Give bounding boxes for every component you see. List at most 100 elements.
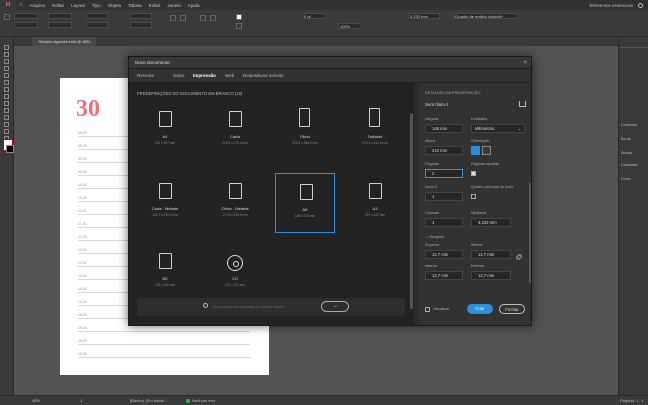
stroke-swatch-icon[interactable] xyxy=(6,145,14,153)
preset-a5[interactable]: A5 148 x 210 mm xyxy=(275,173,335,233)
preset-carta-metade[interactable]: Carta - Metade 139,7 x 215,9 mm xyxy=(135,173,195,233)
spinner-icon[interactable]: ⌃⌄ xyxy=(473,219,478,223)
width-field[interactable]: ⌃⌄ 148 mm xyxy=(425,124,463,133)
spinner-icon[interactable]: ⌃⌄ xyxy=(427,251,432,255)
preset-cd[interactable]: CD 120 x 120 mm xyxy=(205,243,265,303)
preset-a4[interactable]: A4 210 x 297 mm xyxy=(135,101,195,161)
create-button[interactable]: Criar xyxy=(467,304,493,314)
spinner-icon[interactable]: ⌃⌄ xyxy=(427,219,432,223)
spinner-icon[interactable]: ⌃⌄ xyxy=(473,251,478,255)
pen-tool-icon[interactable] xyxy=(4,87,9,92)
rotate-field[interactable] xyxy=(130,13,152,19)
spinner-icon[interactable]: ⌃⌄ xyxy=(427,193,432,197)
preset-tabloide[interactable]: Tabloide 279,4 x 431,8 mm xyxy=(345,101,405,161)
inside-margin-field[interactable]: ⌃⌄ 12,7 mm xyxy=(425,271,463,280)
width-field[interactable] xyxy=(48,13,72,19)
pencil-tool-icon[interactable] xyxy=(4,94,9,99)
panel-contrastar[interactable]: Contrastar xyxy=(621,163,638,167)
units-dropdown[interactable]: Milímetros ⌄ xyxy=(471,124,525,133)
margins-label[interactable]: ⌄ Margens xyxy=(425,234,444,239)
outside-margin-field[interactable]: ⌃⌄ 12,7 mm xyxy=(471,271,511,280)
flip-vertical-icon[interactable] xyxy=(180,15,186,21)
menu-arquivo[interactable]: Arquivo xyxy=(26,3,49,8)
spinner-icon[interactable]: ⌃⌄ xyxy=(427,147,432,151)
selection-tool-icon[interactable] xyxy=(4,45,9,50)
rectangle-tool-icon[interactable] xyxy=(4,108,9,113)
page-tool-icon[interactable] xyxy=(4,59,9,64)
select-content-icon[interactable] xyxy=(210,15,216,21)
menu-tipo[interactable]: Tipo xyxy=(88,3,104,8)
menu-janela[interactable]: Janela xyxy=(164,3,185,8)
gutter-field[interactable]: ⌃⌄ 4,233 mm xyxy=(471,218,511,227)
details-scrollbar[interactable] xyxy=(529,183,531,283)
home-icon[interactable]: ⌂ xyxy=(16,2,26,8)
close-button[interactable]: Fechar xyxy=(499,304,525,314)
preset-oficio[interactable]: Ofício 215,9 x 355,6 mm xyxy=(275,101,335,161)
scale-x-field[interactable] xyxy=(86,13,108,19)
direct-selection-tool-icon[interactable] xyxy=(4,52,9,57)
spinner-icon[interactable]: ⌃⌄ xyxy=(473,272,478,276)
panel-borda[interactable]: Borda xyxy=(621,137,631,141)
panel-alinhar[interactable]: Alinhar xyxy=(621,151,632,155)
shear-field[interactable] xyxy=(130,22,152,28)
menu-layout[interactable]: Layout xyxy=(68,3,89,8)
search-go-button[interactable]: → xyxy=(321,301,349,312)
panel-contornar[interactable]: Contornar xyxy=(621,123,637,127)
menu-objeto[interactable]: Objeto xyxy=(104,3,125,8)
preview-checkbox[interactable] xyxy=(425,307,430,312)
gap-tool-icon[interactable] xyxy=(4,66,9,71)
workspace-switcher[interactable]: Elementos essenciais xyxy=(589,3,633,8)
select-container-icon[interactable] xyxy=(200,15,206,21)
save-preset-icon[interactable] xyxy=(519,101,526,107)
preset-b5[interactable]: B5 176 x 250 mm xyxy=(135,243,195,303)
portrait-orientation-icon[interactable] xyxy=(471,146,480,155)
facing-pages-checkbox[interactable] xyxy=(471,171,476,176)
start-field[interactable]: ⌃⌄ 1 xyxy=(425,192,463,201)
height-field[interactable] xyxy=(48,22,72,28)
page-number[interactable]: 1 xyxy=(80,396,82,405)
scale-y-field[interactable] xyxy=(86,22,108,28)
object-style-dropdown[interactable]: [Quadro de grafico básico]+ xyxy=(452,13,518,19)
primary-frame-checkbox[interactable] xyxy=(471,194,476,199)
rectangle-frame-tool-icon[interactable] xyxy=(4,101,9,106)
reference-point-icon[interactable] xyxy=(4,14,10,20)
flip-horizontal-icon[interactable] xyxy=(170,15,176,21)
height-field[interactable]: ⌃⌄ 210 mm xyxy=(425,146,463,155)
menu-exibir[interactable]: Exibir xyxy=(145,3,164,8)
bottom-margin-field[interactable]: ⌃⌄ 12,7 mm xyxy=(471,250,511,259)
line-tool-icon[interactable] xyxy=(4,80,9,85)
scissors-tool-icon[interactable] xyxy=(4,115,9,120)
page-mode[interactable]: [Básico] (Em trabal... xyxy=(130,396,167,405)
zoom-level[interactable]: 48% xyxy=(32,396,40,405)
preflight-status[interactable]: Nenhum erro xyxy=(192,396,215,405)
landscape-orientation-icon[interactable] xyxy=(482,146,491,155)
preset-oficio-metade[interactable]: Ofício - Metade 177,8 x 215,9 mm xyxy=(205,173,265,233)
free-transform-tool-icon[interactable] xyxy=(4,122,9,127)
y-field[interactable] xyxy=(14,22,38,28)
opacity-field[interactable]: 100% xyxy=(338,23,362,29)
stroke-swatch-icon[interactable] xyxy=(236,23,242,29)
stroke-weight-field[interactable]: 0 pt xyxy=(302,13,326,19)
presets-scrollbar[interactable] xyxy=(410,113,413,309)
tab-salvo[interactable]: Salvo xyxy=(173,69,185,83)
stock-search-input[interactable]: Encontre mais modelos no Adobe Stock xyxy=(213,298,284,316)
document-tab[interactable]: *Modelo Agenda.indd @ 48% xyxy=(32,37,97,46)
document-name[interactable]: Sem título-1 xyxy=(425,102,449,107)
x-field[interactable] xyxy=(14,13,38,19)
preset-carta[interactable]: Carta 215,9 x 279,4 mm xyxy=(205,101,265,161)
menu-ajuda[interactable]: Ajuda xyxy=(184,3,203,8)
menu-editar[interactable]: Editar xyxy=(49,3,68,8)
close-icon[interactable]: × xyxy=(523,57,527,69)
gradient-tool-icon[interactable] xyxy=(4,129,9,134)
tab-web[interactable]: Web xyxy=(225,69,234,83)
pages-field[interactable]: ⌃⌄ 2 xyxy=(425,169,463,178)
panel-cores[interactable]: Cores xyxy=(621,177,631,181)
spinner-icon[interactable]: ⌃⌄ xyxy=(427,125,432,129)
tab-dispositivos-moveis[interactable]: Dispositivos móveis xyxy=(243,69,283,83)
spinner-icon[interactable]: ⌃⌄ xyxy=(427,170,432,174)
tab-impressao[interactable]: Impressão xyxy=(193,69,216,84)
fill-swatch-icon[interactable] xyxy=(236,14,242,20)
gutter-field[interactable]: 4,233 mm xyxy=(408,13,440,19)
top-margin-field[interactable]: ⌃⌄ 12,7 mm xyxy=(425,250,463,259)
menu-tabela[interactable]: Tabela xyxy=(125,3,146,8)
